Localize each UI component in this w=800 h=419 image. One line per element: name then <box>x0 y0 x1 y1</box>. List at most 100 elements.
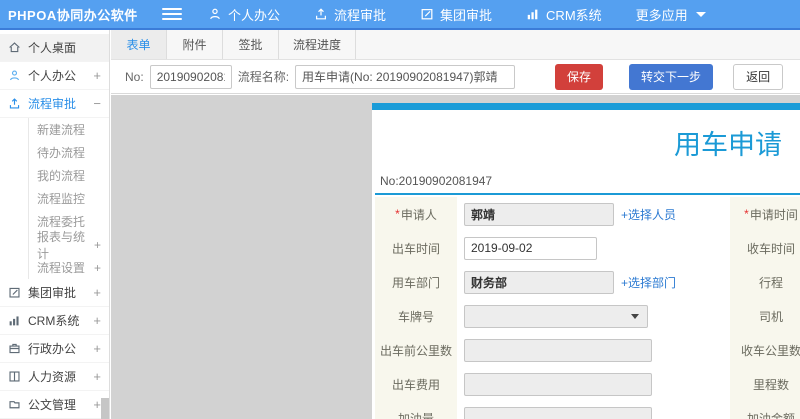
sidebar: 个人桌面 个人办公 + 流程审批 − 新建流程 待办流程 我的流程 流程监控 流… <box>0 30 110 419</box>
plate-number-select[interactable] <box>464 304 648 328</box>
panel-top-accent-bar <box>372 103 800 110</box>
top-navbar: PHPOA协同办公软件 个人办公 流程审批 集团审批 CRM系统 更多应用 <box>0 0 800 30</box>
field-label-apply-time: * 申请时间 <box>730 197 800 231</box>
field-label-km-before: 出车前公里数 <box>375 333 457 367</box>
nav-item-label: 集团审批 <box>440 7 493 23</box>
workflow-submenu: 新建流程 待办流程 我的流程 流程监控 流程委托 报表与统计 + 流程设置 + <box>28 118 109 279</box>
trip-cost-input[interactable] <box>464 372 652 396</box>
field-label-trip-cost: 出车费用 <box>375 367 457 401</box>
content-area: 用车申请 No:20190902081947 *申请人 +选择人员 *申请时间 … <box>111 95 800 419</box>
nav-item-label: 更多应用 <box>635 7 688 23</box>
nav-item-crm[interactable]: CRM系统 <box>526 5 602 24</box>
upload-icon <box>314 7 328 21</box>
tab-flow-progress[interactable]: 流程进度 <box>279 30 357 59</box>
expand-toggle[interactable]: + <box>91 369 101 384</box>
collapse-toggle[interactable]: − <box>91 96 101 111</box>
nav-item-workflow-approval[interactable]: 流程审批 <box>314 5 386 24</box>
select-person-link[interactable]: +选择人员 <box>621 206 676 223</box>
expand-toggle[interactable]: + <box>91 313 101 328</box>
toolbar: No: 流程名称: 保存 转交下一步 返回 <box>111 60 800 94</box>
sidebar-item-label: 人力资源 <box>28 370 77 384</box>
expand-toggle[interactable]: + <box>91 285 101 300</box>
depart-date-input[interactable] <box>464 236 597 260</box>
tab-attachments[interactable]: 附件 <box>167 30 223 59</box>
field-label-fuel-cost: 加油金额 <box>730 401 800 419</box>
nav-item-label: 个人办公 <box>228 7 281 23</box>
flow-name-input[interactable] <box>295 64 516 89</box>
sidebar-item-workflow-approval[interactable]: 流程审批 − <box>0 90 109 118</box>
nav-item-label: 流程审批 <box>334 7 387 23</box>
field-trip-cost <box>457 367 730 401</box>
save-button[interactable]: 保存 <box>555 63 604 90</box>
top-nav-menu: 个人办公 流程审批 集团审批 CRM系统 更多应用 <box>208 5 706 24</box>
sidebar-item-label: CRM系统 <box>28 314 80 328</box>
book-icon <box>8 370 21 383</box>
form-title: 用车申请 <box>674 130 782 160</box>
user-icon <box>208 7 222 21</box>
form-panel: 用车申请 No:20190902081947 *申请人 +选择人员 *申请时间 … <box>372 103 800 419</box>
edit-icon <box>420 7 434 21</box>
sidebar-item-crm[interactable]: CRM系统 + <box>0 307 109 335</box>
expand-toggle[interactable]: + <box>94 238 101 252</box>
caret-down-icon <box>631 313 639 319</box>
no-label: No: <box>125 69 144 84</box>
sidebar-subitem-flow-settings[interactable]: 流程设置 + <box>29 256 109 279</box>
home-icon <box>8 41 21 54</box>
no-input[interactable] <box>149 64 232 89</box>
sidebar-item-label: 集团审批 <box>28 286 77 300</box>
nav-item-personal-office[interactable]: 个人办公 <box>208 5 280 24</box>
sidebar-subitem-new-flow[interactable]: 新建流程 <box>29 118 109 141</box>
field-label-department: 用车部门 <box>375 265 457 299</box>
field-applicant: +选择人员 <box>457 197 730 231</box>
sidebar-item-group-approval[interactable]: 集团审批 + <box>0 279 109 307</box>
sidebar-subitem-report-stats[interactable]: 报表与统计 + <box>29 230 109 261</box>
sidebar-item-personal-office[interactable]: 个人办公 + <box>0 62 109 90</box>
tab-form[interactable]: 表单 <box>111 30 167 59</box>
app-logo: PHPOA协同办公软件 <box>8 7 138 23</box>
nav-item-group-approval[interactable]: 集团审批 <box>420 5 492 24</box>
field-label-fuel-amount: 加油量 <box>375 401 457 419</box>
field-label-plate-number: 车牌号 <box>375 299 457 333</box>
field-label-trip: 行程 <box>730 265 800 299</box>
sidebar-item-hr[interactable]: 人力资源 + <box>0 363 109 391</box>
back-button[interactable]: 返回 <box>733 63 784 90</box>
sidebar-subitem-flow-monitor[interactable]: 流程监控 <box>29 187 109 210</box>
main-area: 表单 附件 签批 流程进度 No: 流程名称: 保存 转交下一步 返回 用车申请… <box>111 30 800 419</box>
field-plate-number <box>457 299 730 333</box>
sidebar-item-personal-desktop[interactable]: 个人桌面 <box>0 34 109 62</box>
user-icon <box>8 69 21 82</box>
expand-toggle[interactable]: + <box>91 68 101 83</box>
sidebar-item-admin-office[interactable]: 行政办公 + <box>0 335 109 363</box>
sidebar-subitem-todo-flow[interactable]: 待办流程 <box>29 141 109 164</box>
tab-bar: 表单 附件 签批 流程进度 <box>111 30 800 60</box>
form-number: No:20190902081947 <box>380 174 493 188</box>
nav-item-label: CRM系统 <box>546 7 602 23</box>
field-label-mileage: 里程数 <box>730 367 800 401</box>
department-input[interactable] <box>464 270 614 294</box>
chart-icon <box>8 314 21 327</box>
fuel-amount-input[interactable] <box>464 406 652 419</box>
expand-toggle[interactable]: + <box>94 261 101 275</box>
sidebar-item-document-mgmt[interactable]: 公文管理 + <box>0 391 109 419</box>
tab-signoff[interactable]: 签批 <box>223 30 279 59</box>
sidebar-scrollbar[interactable] <box>101 398 109 419</box>
forward-next-step-button[interactable]: 转交下一步 <box>629 63 714 90</box>
sidebar-item-label: 公文管理 <box>28 398 77 412</box>
select-department-link[interactable]: +选择部门 <box>621 274 676 291</box>
nav-item-more-apps[interactable]: 更多应用 <box>636 5 706 24</box>
sidebar-item-label: 流程审批 <box>28 97 77 111</box>
field-label-driver: 司机 <box>730 299 800 333</box>
edit-icon <box>8 286 21 299</box>
expand-toggle[interactable]: + <box>91 341 101 356</box>
field-km-before <box>457 333 730 367</box>
expand-toggle[interactable]: + <box>91 397 101 412</box>
applicant-input[interactable] <box>464 202 614 226</box>
sidebar-item-label: 行政办公 <box>28 342 77 356</box>
field-fuel-amount <box>457 401 730 419</box>
km-before-input[interactable] <box>464 338 652 362</box>
sidebar-subitem-my-flow[interactable]: 我的流程 <box>29 164 109 187</box>
flow-name-label: 流程名称: <box>237 70 290 84</box>
hamburger-menu-icon[interactable] <box>162 6 182 22</box>
field-depart-time <box>457 231 730 265</box>
divider <box>375 193 800 195</box>
